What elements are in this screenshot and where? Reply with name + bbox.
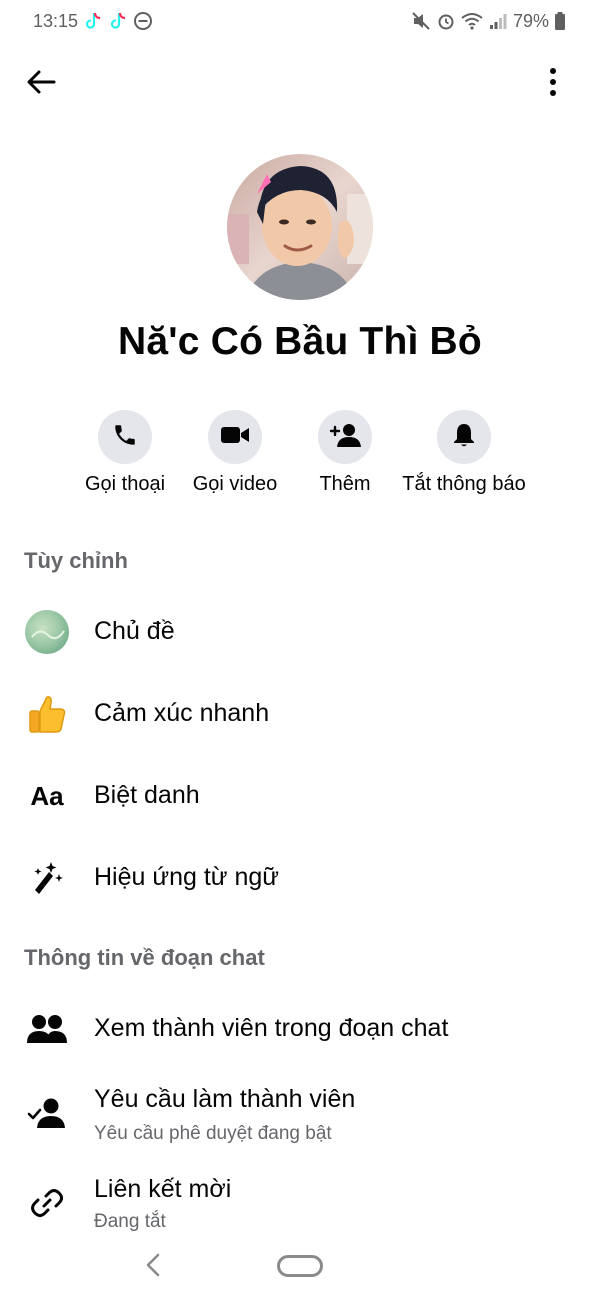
magic-wand-icon xyxy=(24,855,70,901)
row-theme-label: Chủ đề xyxy=(94,617,175,645)
video-call-button[interactable] xyxy=(208,410,262,464)
bell-icon xyxy=(452,422,476,453)
row-theme[interactable]: Chủ đề xyxy=(0,597,600,667)
mute-notifications-action[interactable]: Tắt thông báo xyxy=(389,410,539,496)
row-quick-reaction-label: Cảm xúc nhanh xyxy=(94,699,270,727)
row-view-members[interactable]: Xem thành viên trong đoạn chat xyxy=(0,994,600,1064)
theme-icon xyxy=(24,609,70,655)
arrow-left-icon xyxy=(26,69,56,100)
row-word-effects-label: Hiệu ứng từ ngữ xyxy=(94,863,280,891)
voice-call-button[interactable] xyxy=(98,410,152,464)
status-time: 13:15 xyxy=(33,10,79,31)
video-call-label: Gọi video xyxy=(192,473,278,495)
phone-icon xyxy=(112,422,138,453)
mute-icon xyxy=(411,11,431,31)
row-nickname[interactable]: Aa Biệt danh xyxy=(0,761,600,831)
add-person-icon xyxy=(329,422,361,453)
add-people-button[interactable] xyxy=(318,410,372,464)
row-member-requests[interactable]: Yêu cầu làm thành viên Yêu cầu phê duyệt… xyxy=(0,1076,600,1146)
row-invite-link-status: Đang tắt xyxy=(94,1211,166,1232)
mute-notifications-button[interactable] xyxy=(437,410,491,464)
section-title-customize: Tùy chỉnh xyxy=(24,548,128,573)
tiktok-icon xyxy=(108,11,128,31)
thumbs-up-icon xyxy=(24,691,70,737)
tiktok-icon xyxy=(83,11,103,31)
profile-avatar[interactable] xyxy=(227,154,373,300)
nickname-icon: Aa xyxy=(30,780,64,811)
back-button[interactable] xyxy=(22,66,60,102)
alarm-icon xyxy=(436,11,456,31)
row-invite-link-label: Liên kết mời xyxy=(94,1175,232,1203)
link-icon xyxy=(24,1180,70,1226)
chevron-left-icon xyxy=(145,1252,161,1283)
more-options-button[interactable] xyxy=(542,64,564,104)
top-app-bar xyxy=(0,60,600,106)
do-not-disturb-icon xyxy=(133,11,153,31)
system-back-button[interactable] xyxy=(140,1251,166,1283)
row-nickname-label: Biệt danh xyxy=(94,781,200,809)
system-home-button[interactable] xyxy=(277,1255,323,1277)
battery-icon xyxy=(554,11,566,31)
row-member-requests-label: Yêu cầu làm thành viên xyxy=(94,1085,356,1113)
section-title-chat-info: Thông tin về đoạn chat xyxy=(24,945,265,970)
members-icon xyxy=(24,1006,70,1052)
wifi-icon xyxy=(461,11,483,31)
battery-percent: 79% xyxy=(512,10,549,31)
mute-notifications-label: Tắt thông báo xyxy=(402,473,526,495)
row-member-requests-status: Yêu cầu phê duyệt đang bật xyxy=(94,1123,332,1144)
system-navigation-bar xyxy=(0,1235,600,1300)
row-view-members-label: Xem thành viên trong đoạn chat xyxy=(94,1014,449,1042)
row-quick-reaction[interactable]: Cảm xúc nhanh xyxy=(0,679,600,749)
video-icon xyxy=(220,424,250,451)
row-invite-link[interactable]: Liên kết mời Đang tắt xyxy=(0,1166,600,1236)
row-word-effects[interactable]: Hiệu ứng từ ngữ xyxy=(0,843,600,913)
more-vertical-icon xyxy=(549,67,557,102)
status-bar: 13:15 79% xyxy=(0,0,600,42)
member-request-icon xyxy=(24,1090,70,1136)
add-people-label: Thêm xyxy=(319,473,371,495)
signal-icon xyxy=(488,11,508,31)
voice-call-label: Gọi thoại xyxy=(84,473,166,495)
profile-name: Nă'c Có Bầu Thì Bỏ xyxy=(118,320,482,363)
